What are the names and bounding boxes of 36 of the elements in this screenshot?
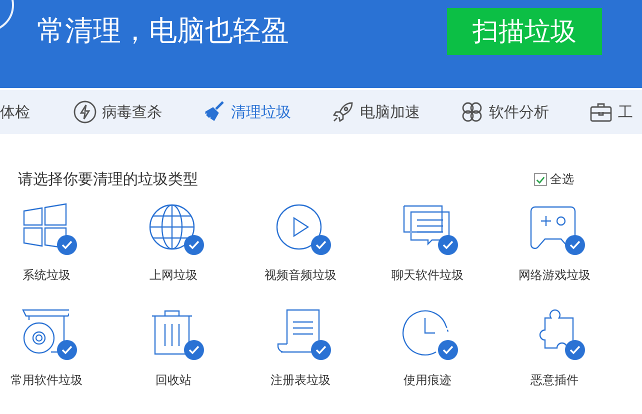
category-label: 上网垃圾: [150, 267, 198, 284]
disc-drive-icon[interactable]: [20, 308, 68, 356]
nav-tab[interactable]: 病毒查杀: [73, 100, 202, 124]
category-label: 注册表垃圾: [270, 372, 330, 389]
category-label: 视频音频垃圾: [264, 267, 336, 284]
play-circle-icon[interactable]: [274, 203, 322, 251]
category-label: 回收站: [156, 372, 192, 389]
checked-badge-icon[interactable]: [184, 235, 204, 255]
globe-icon[interactable]: [148, 203, 196, 251]
category-label: 常用软件垃圾: [10, 372, 82, 389]
category-label: 系统垃圾: [22, 267, 70, 284]
header-title: 常清理，电脑也轻盈: [37, 13, 290, 49]
checked-badge-icon[interactable]: [184, 340, 204, 360]
clock-icon[interactable]: [402, 308, 450, 356]
checked-badge-icon[interactable]: [564, 340, 584, 360]
nav-tab[interactable]: 软件分析: [460, 100, 589, 124]
checked-badge-icon[interactable]: [56, 340, 76, 360]
select-all-checkbox[interactable]: 全选: [534, 171, 574, 188]
checked-badge-icon[interactable]: [438, 235, 458, 255]
category-label: 恶意插件: [530, 372, 578, 389]
checked-badge-icon[interactable]: [310, 340, 330, 360]
clover-icon: [460, 100, 484, 124]
checked-badge-icon[interactable]: [438, 340, 458, 360]
lightning-icon: [73, 100, 97, 124]
rocket-icon: [331, 100, 355, 124]
category-label: 使用痕迹: [404, 372, 452, 389]
checked-badge-icon[interactable]: [564, 235, 584, 255]
checked-badge-icon[interactable]: [56, 235, 76, 255]
section-heading: 请选择你要清理的垃圾类型: [18, 170, 198, 189]
nav-tab[interactable]: 体检: [0, 102, 73, 122]
nav-tab[interactable]: 工: [589, 100, 642, 124]
nav-tab[interactable]: 电脑加速: [331, 100, 460, 124]
nav-tab[interactable]: 清理垃圾: [202, 100, 331, 124]
category-label: 网络游戏垃圾: [518, 267, 590, 284]
category-label: 聊天软件垃圾: [392, 267, 464, 284]
checked-badge-icon[interactable]: [310, 235, 330, 255]
